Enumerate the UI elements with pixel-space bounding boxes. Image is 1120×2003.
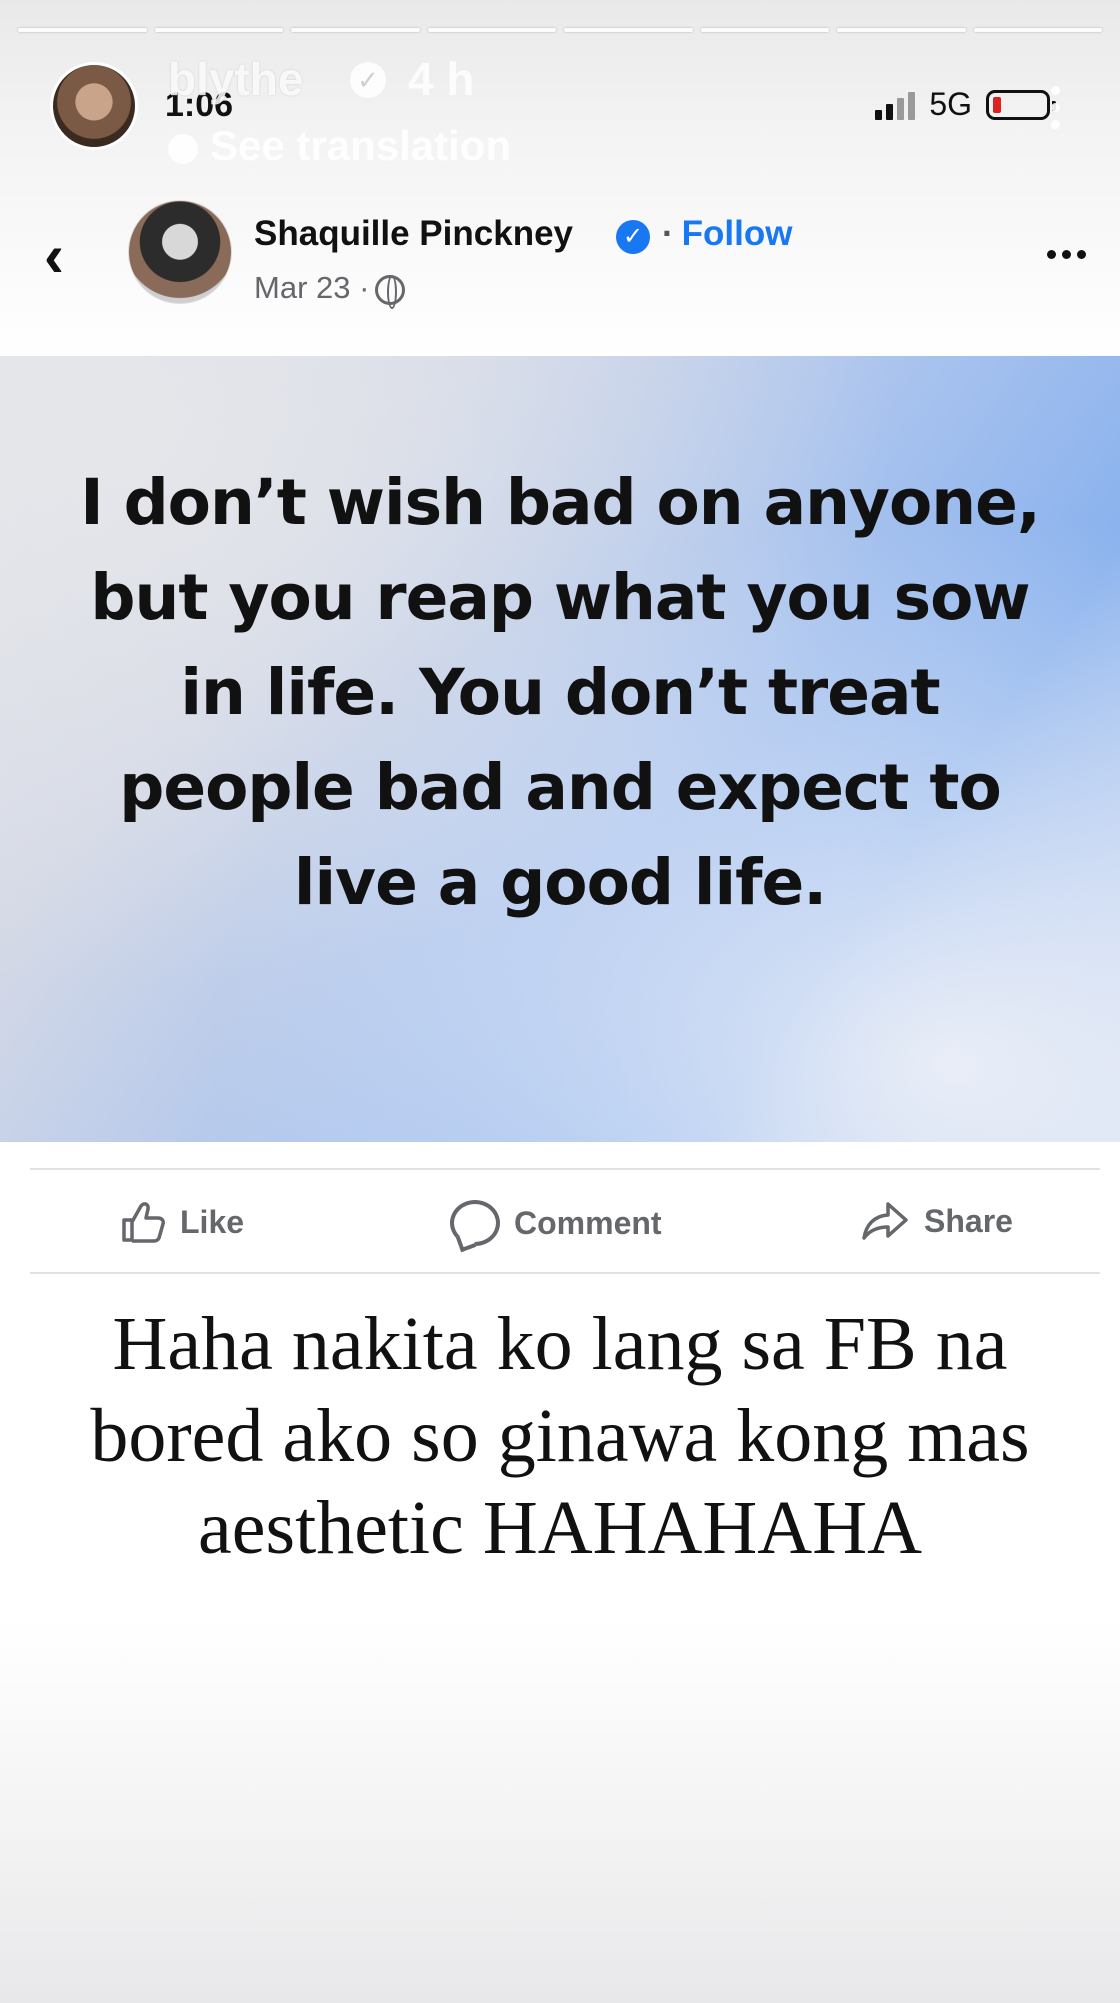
progress-segment — [291, 28, 420, 32]
thumbs-up-icon — [122, 1202, 165, 1243]
post-date: Mar 23 · — [254, 270, 406, 309]
like-button[interactable]: Like — [120, 1200, 244, 1244]
story-progress-bar — [18, 28, 1102, 33]
follow-separator: · — [662, 214, 674, 253]
comment-label: Comment — [514, 1204, 662, 1241]
story-view: 1:06 5G blythe ✓ 4 h See translation ‹ S… — [0, 0, 1120, 2003]
verified-badge-icon: ✓ — [616, 220, 650, 254]
post-author-avatar[interactable] — [128, 200, 232, 304]
translate-icon — [168, 133, 198, 164]
progress-segment — [427, 28, 556, 32]
back-chevron-icon[interactable]: ‹ — [44, 226, 64, 286]
share-arrow-icon — [862, 1202, 908, 1240]
progress-segment — [18, 28, 147, 32]
story-username[interactable]: blythe — [168, 52, 303, 106]
story-time-ago: 4 h — [408, 53, 475, 105]
signal-icon — [875, 90, 916, 120]
progress-segment — [837, 28, 966, 32]
story-caption: Haha nakita ko lang sa FB na bored ako s… — [90, 1302, 1030, 1570]
comment-icon — [450, 1200, 500, 1246]
progress-segment — [564, 28, 693, 32]
share-button[interactable]: Share — [860, 1200, 1013, 1242]
post-date-label: Mar 23 · — [254, 270, 370, 305]
comment-button[interactable]: Comment — [450, 1200, 662, 1246]
battery-icon — [986, 89, 1056, 120]
post-text: I don’t wish bad on anyone, but you reap… — [80, 466, 1041, 919]
post-actions-bar: Like Comment Share — [0, 1170, 1120, 1274]
follow-label: Follow — [681, 214, 793, 253]
follow-button[interactable]: · Follow — [662, 214, 792, 254]
progress-segment — [973, 28, 1102, 32]
share-label: Share — [924, 1202, 1013, 1239]
network-type: 5G — [929, 86, 972, 122]
story-verified-icon: ✓ — [350, 62, 386, 98]
post-more-options-icon[interactable] — [1047, 250, 1086, 259]
divider — [30, 1272, 1100, 1274]
see-translation-button[interactable]: See translation — [168, 122, 511, 170]
story-more-options-icon[interactable] — [1051, 86, 1060, 129]
post-author-name[interactable]: Shaquille Pinckney — [254, 214, 573, 254]
progress-segment — [154, 28, 283, 32]
status-indicators: 5G — [875, 86, 1056, 123]
progress-segment — [700, 28, 829, 32]
globe-icon — [375, 274, 406, 309]
like-label: Like — [180, 1203, 245, 1240]
story-user-avatar[interactable] — [50, 62, 138, 150]
see-translation-label: See translation — [210, 122, 512, 169]
bottom-gradient — [0, 1620, 1120, 2003]
